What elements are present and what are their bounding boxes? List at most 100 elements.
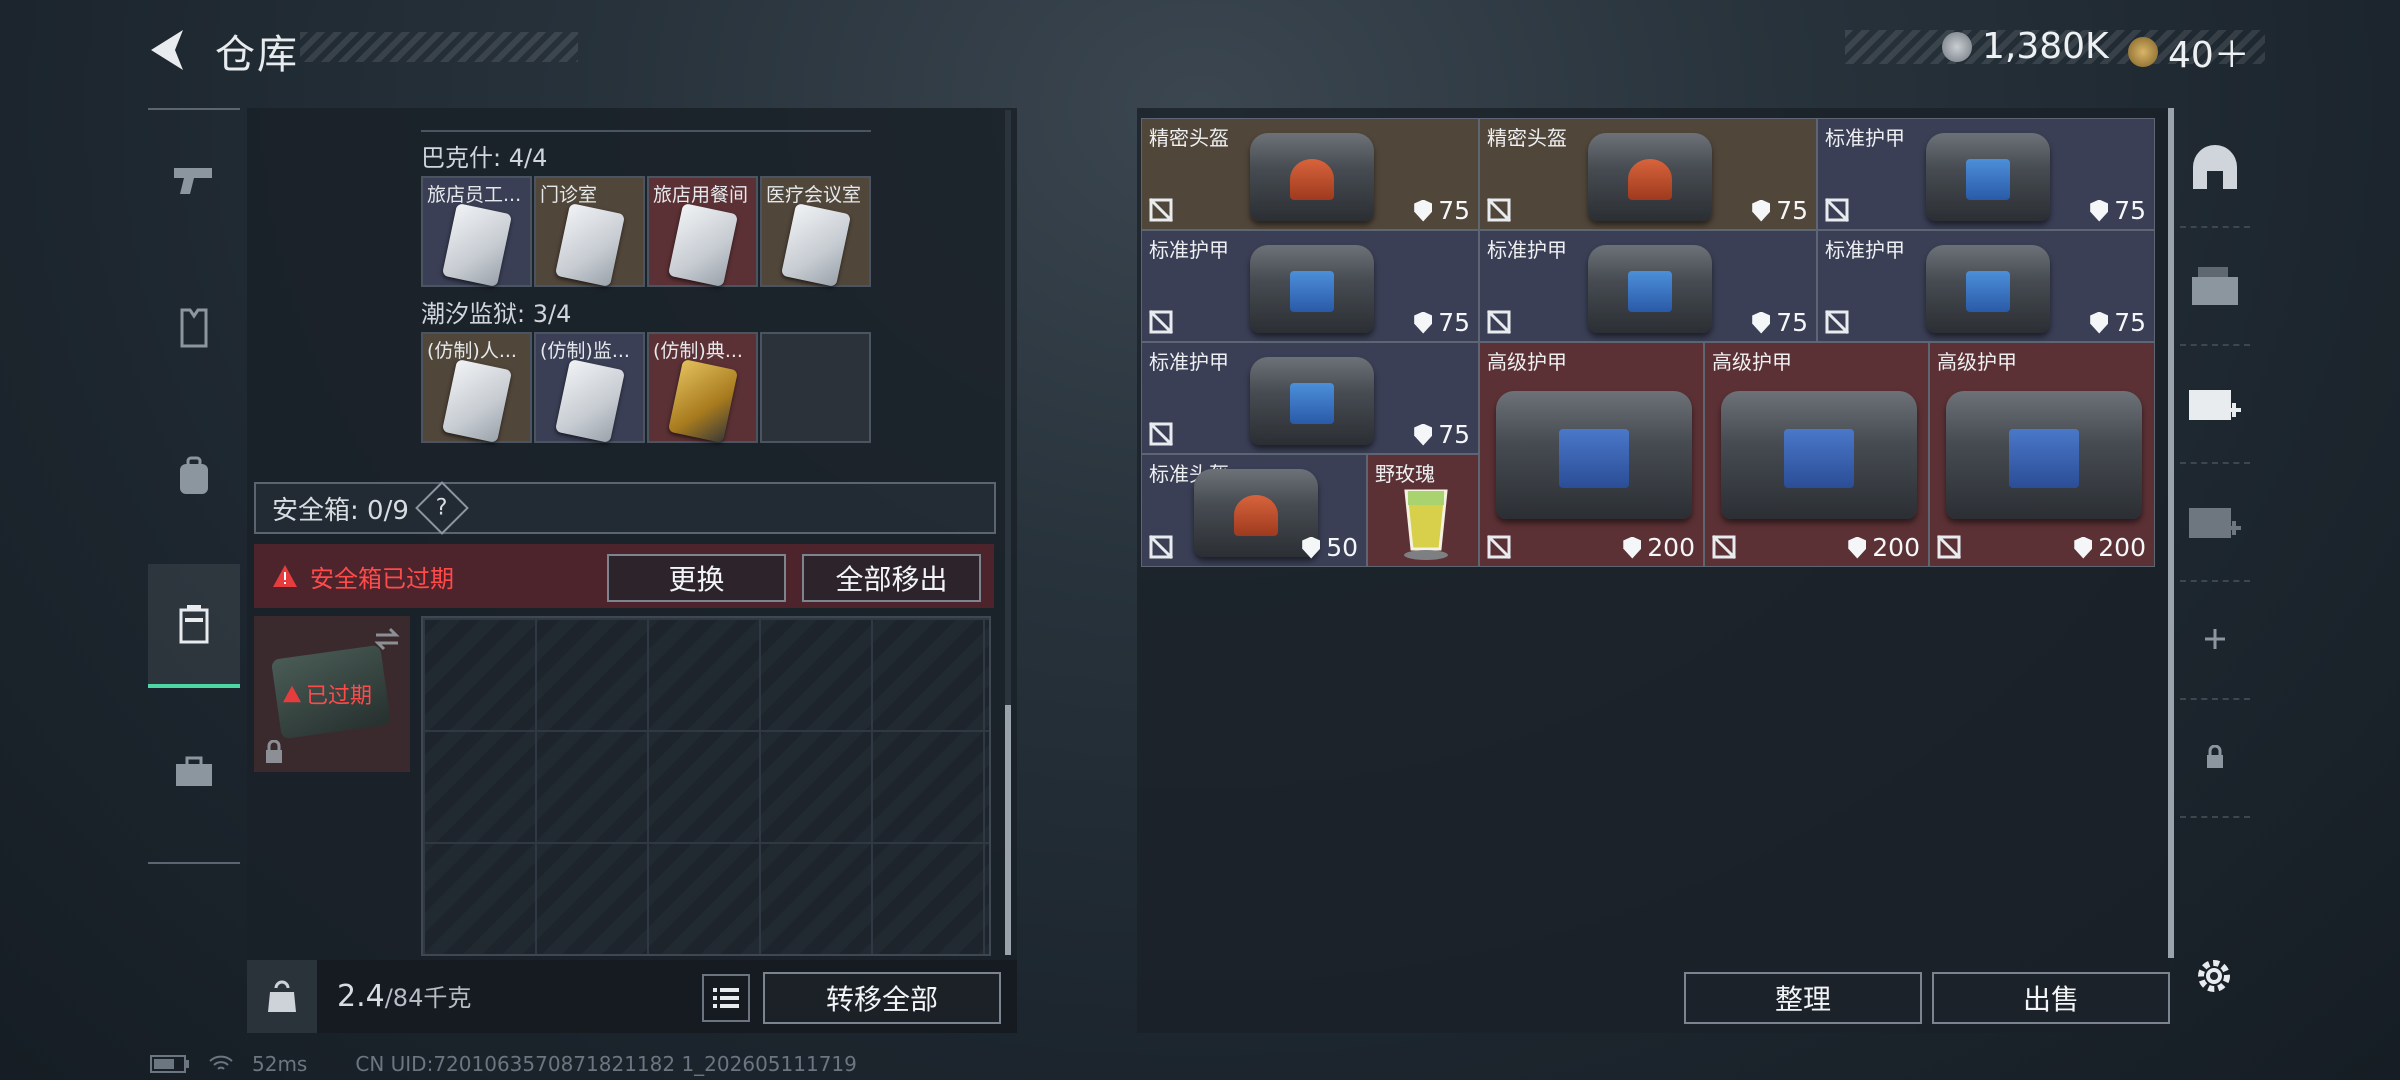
inventory-item[interactable]: 标准护甲 75: [1141, 230, 1479, 342]
transfer-all-button[interactable]: 转移全部: [763, 972, 1001, 1024]
item-name: 高级护甲: [1712, 350, 1792, 374]
collection-title: 潮汐监狱: 3/4: [421, 300, 572, 328]
durability: 75: [1752, 196, 1808, 225]
add-extension-icon: [2189, 390, 2241, 420]
collection-slot[interactable]: (仿制)监...: [534, 332, 645, 444]
durability: 75: [1414, 196, 1470, 225]
nav-locked-slot[interactable]: [2180, 698, 2250, 818]
armor-bag-icon: [1250, 357, 1374, 445]
dome-icon: [2193, 145, 2237, 189]
nav-extension-add[interactable]: [2180, 344, 2250, 464]
safebox-capacity: 安全箱: 0/9: [272, 495, 409, 526]
page-title: 仓库: [215, 32, 299, 78]
collection-slot[interactable]: 旅店用餐间: [647, 176, 758, 288]
previous-slot-row-edge: [421, 120, 871, 132]
shield-icon: [1414, 423, 1433, 446]
item-name: 标准护甲: [1149, 238, 1229, 262]
wifi-icon: [209, 1055, 233, 1070]
expired-safebox-item[interactable]: 已过期: [254, 616, 410, 772]
durability: 75: [1414, 420, 1470, 449]
backpack-icon: [180, 456, 208, 494]
no-insure-icon: [1148, 534, 1174, 560]
durability: 75: [2090, 308, 2146, 337]
replace-button[interactable]: 更换: [607, 554, 786, 602]
durability-value: 200: [2098, 533, 2146, 562]
collection-slot[interactable]: 旅店员工...: [421, 176, 532, 288]
left-scrollbar-thumb[interactable]: [1005, 705, 1011, 955]
inventory-item[interactable]: 标准头盔 50: [1141, 454, 1367, 567]
nav-add-slot[interactable]: [2180, 580, 2250, 700]
collection-row: (仿制)人... (仿制)监... (仿制)典...: [421, 332, 871, 446]
no-insure-icon: [1486, 197, 1512, 223]
item-name: 标准护甲: [1149, 350, 1229, 374]
inventory-item[interactable]: 标准护甲 75: [1141, 342, 1479, 454]
collection-slot[interactable]: 医疗会议室: [760, 176, 871, 288]
ping-value: 52ms: [252, 1052, 308, 1076]
nav-storage[interactable]: [2180, 226, 2250, 346]
help-icon[interactable]: ?: [415, 481, 469, 535]
safebox-capacity-bar: 安全箱: 0/9 ?: [254, 481, 996, 535]
durability-value: 200: [1872, 533, 1920, 562]
keycard-icon: [554, 202, 626, 288]
weight-icon-box: [247, 960, 317, 1033]
battery-icon: [150, 1055, 189, 1073]
no-insure-icon: [1936, 534, 1962, 560]
remove-all-button[interactable]: 全部移出: [802, 554, 981, 602]
durability: 75: [1752, 308, 1808, 337]
list-view-button[interactable]: [702, 974, 750, 1022]
durability-value: 75: [2114, 196, 2146, 225]
add-extension-icon: [2189, 508, 2241, 538]
sort-button[interactable]: 整理: [1684, 972, 1922, 1024]
inventory-item[interactable]: 高级护甲 200: [1479, 342, 1704, 567]
nav-armor[interactable]: [148, 268, 240, 388]
category-sidebar: [148, 108, 240, 864]
nav-safebox[interactable]: [148, 564, 240, 688]
shield-icon: [1302, 536, 1321, 559]
collection-slot[interactable]: (仿制)典...: [647, 332, 758, 444]
warehouse-sidebar: [2180, 108, 2250, 1033]
currency-coins[interactable]: 1,380K: [1942, 26, 2109, 67]
cocktail-glass-icon: [1404, 489, 1448, 560]
nav-extension-add-locked[interactable]: [2180, 462, 2250, 582]
warning-icon: [283, 685, 301, 703]
durability-value: 75: [1776, 196, 1808, 225]
help-glyph: ?: [436, 495, 448, 521]
safebox-storage-grid[interactable]: [421, 616, 991, 956]
slot-label: (仿制)人...: [427, 340, 517, 362]
slot-label: 门诊室: [540, 184, 598, 206]
settings-button[interactable]: [2184, 946, 2244, 1006]
gear-icon: [2198, 960, 2230, 992]
slot-label: 医疗会议室: [766, 184, 862, 206]
durability: 200: [1848, 533, 1920, 562]
back-arrow-icon[interactable]: [145, 28, 193, 72]
status-footer: 52ms CN UID:7201063570871821182 1_202605…: [150, 1052, 857, 1076]
nav-backpack[interactable]: [148, 416, 240, 536]
item-name: 高级护甲: [1937, 350, 2017, 374]
nav-toolbox[interactable]: [148, 712, 240, 832]
inventory-item[interactable]: 高级护甲 200: [1929, 342, 2155, 567]
plus-icon: [2205, 629, 2225, 649]
nav-weapons[interactable]: [148, 120, 240, 240]
keycard-icon: [780, 202, 852, 288]
collection-slot[interactable]: 门诊室: [534, 176, 645, 288]
no-insure-icon: [1486, 309, 1512, 335]
currency-tokens[interactable]: 40＋: [2128, 26, 2250, 78]
right-scrollbar[interactable]: [2168, 108, 2174, 958]
collection-slot[interactable]: (仿制)人...: [421, 332, 532, 444]
inventory-item[interactable]: 标准护甲 75: [1479, 230, 1817, 342]
sell-button[interactable]: 出售: [1932, 972, 2170, 1024]
large-armor-bag-icon: [1721, 391, 1917, 519]
inventory-item[interactable]: 标准护甲 75: [1817, 230, 2155, 342]
inventory-item[interactable]: 野玫瑰: [1367, 454, 1479, 567]
no-insure-icon: [1148, 421, 1174, 447]
shield-icon: [1752, 311, 1771, 334]
inventory-item[interactable]: 精密头盔 75: [1479, 118, 1817, 230]
expired-label: 已过期: [306, 684, 373, 709]
collection-slot-empty[interactable]: [760, 332, 871, 443]
coin-icon: [1942, 31, 1972, 62]
inventory-item[interactable]: 高级护甲 200: [1704, 342, 1929, 567]
nav-main-warehouse[interactable]: [2180, 108, 2250, 228]
inventory-item[interactable]: 精密头盔 75: [1141, 118, 1479, 230]
large-armor-bag-icon: [1946, 391, 2142, 519]
inventory-item[interactable]: 标准护甲 75: [1817, 118, 2155, 230]
